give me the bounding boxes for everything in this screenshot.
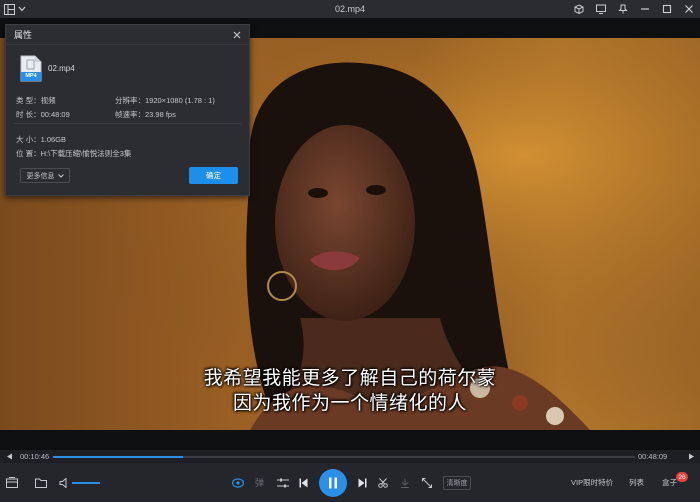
- dialog-divider: [14, 123, 241, 124]
- dialog-header: 属性: [6, 25, 249, 45]
- progress-area: 00:10:46 00:48:09: [0, 450, 700, 463]
- pin-icon[interactable]: [618, 4, 628, 14]
- quality-button[interactable]: 清晰度: [443, 476, 471, 490]
- file-duration: 时 长：00:48:09: [16, 110, 70, 119]
- box-button[interactable]: 盒子: [662, 477, 677, 488]
- previous-icon[interactable]: [299, 463, 308, 502]
- scissors-icon[interactable]: [378, 463, 388, 502]
- close-icon[interactable]: [684, 4, 694, 14]
- maximize-icon[interactable]: [662, 4, 672, 14]
- fullscreen-icon[interactable]: [422, 463, 432, 502]
- file-name: 02.mp4: [48, 64, 75, 73]
- player-window: 02.mp4 我希望我能更多了解自己的荷尔蒙 因为我作为一个情绪化的人 属性 M…: [0, 0, 700, 502]
- prev-frame-icon[interactable]: [6, 453, 13, 460]
- tv-icon[interactable]: [596, 4, 606, 14]
- box-count-badge: 26: [676, 472, 688, 482]
- volume-slider[interactable]: [72, 482, 100, 484]
- file-resolution: 分辨率：1920×1080 (1.78 : 1): [115, 96, 215, 105]
- progress-track[interactable]: [53, 456, 635, 458]
- subtitle-line-1: 我希望我能更多了解自己的荷尔蒙: [203, 367, 497, 389]
- menu-icon[interactable]: [4, 3, 15, 15]
- equalizer-icon[interactable]: [277, 463, 289, 502]
- more-info-button[interactable]: 更多信息: [20, 168, 70, 183]
- playlist-box-icon[interactable]: [6, 463, 18, 502]
- properties-dialog: 属性 MP4 02.mp4 类 型：视频 时 长：00:48:09 分辨率：19…: [5, 24, 250, 196]
- file-type: 类 型：视频: [16, 96, 56, 105]
- control-bar: 弹 清晰度 VIP限时特价 列表 盒子 26: [0, 463, 700, 502]
- volume-icon[interactable]: [59, 463, 69, 502]
- download-icon[interactable]: [400, 463, 410, 502]
- next-icon[interactable]: [358, 463, 367, 502]
- progress-fill: [53, 456, 184, 458]
- chevron-down-icon[interactable]: [18, 6, 26, 12]
- pause-icon: [329, 477, 337, 489]
- pause-button[interactable]: [319, 469, 347, 497]
- chevron-down-icon: [57, 173, 64, 178]
- cube-icon[interactable]: [574, 4, 584, 14]
- subtitle-line-2: 因为我作为一个情绪化的人: [232, 392, 467, 414]
- letterbox-bottom: [0, 430, 700, 450]
- file-location: 位 置：H:\下载压缩\愉悦法则全3集: [16, 149, 132, 158]
- next-frame-icon[interactable]: [688, 453, 695, 460]
- video-file-icon: MP4: [20, 55, 42, 82]
- total-time: 00:48:09: [638, 452, 668, 461]
- danmu-button[interactable]: 弹: [255, 463, 264, 502]
- file-size: 大 小：1.06GB: [16, 135, 67, 144]
- vip-promo-button[interactable]: VIP限时特价: [571, 477, 613, 488]
- more-info-label: 更多信息: [26, 172, 55, 180]
- file-row: MP4 02.mp4: [20, 55, 75, 82]
- title-bar: 02.mp4: [0, 0, 700, 18]
- current-time: 00:10:46: [20, 452, 50, 461]
- ok-button[interactable]: 确定: [189, 167, 238, 184]
- settings-eye-icon[interactable]: [232, 463, 244, 502]
- dialog-title: 属性: [14, 30, 33, 40]
- folder-icon[interactable]: [35, 463, 47, 502]
- minimize-icon[interactable]: [640, 4, 650, 14]
- close-icon[interactable]: [233, 31, 241, 39]
- file-type-badge: MP4: [25, 73, 37, 79]
- list-button[interactable]: 列表: [629, 477, 644, 488]
- file-framerate: 帧速率：23.98 fps: [115, 110, 176, 119]
